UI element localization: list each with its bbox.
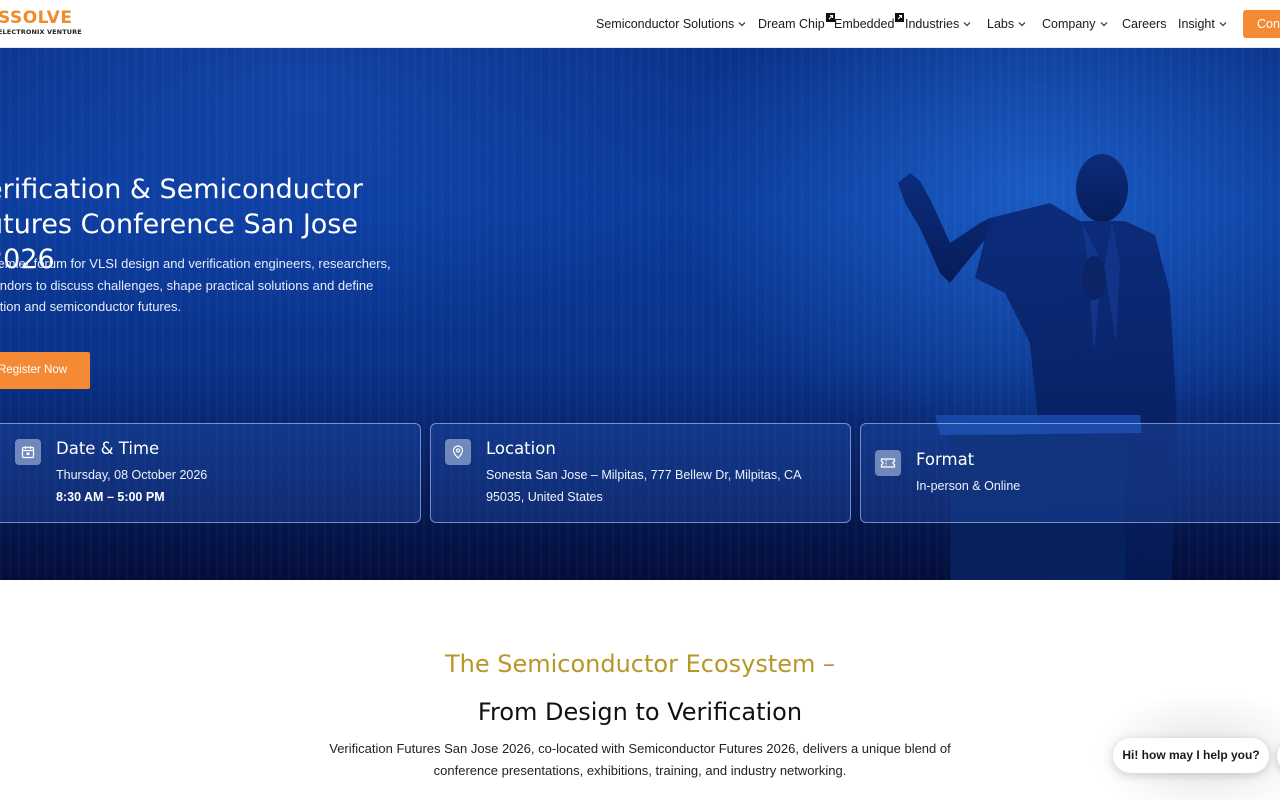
nav-label: Dream Chip: [758, 17, 825, 31]
brand-logo[interactable]: SSOLVE ELECTRONIX VENTURE: [0, 9, 88, 39]
card-title: Location: [486, 439, 556, 458]
format-card: Format In-person & Online: [860, 423, 1280, 523]
date-time-card: Date & Time Thursday, 08 October 2026 8:…: [0, 423, 421, 523]
nav-item-semiconductor-solutions[interactable]: Semiconductor Solutions: [596, 16, 747, 32]
section-title: From Design to Verification: [477, 698, 803, 726]
external-link-icon: [895, 13, 905, 22]
card-title: Format: [916, 450, 975, 469]
section-description-line: Verification Futures San Jose 2026, co-l…: [329, 741, 951, 756]
event-address-line: 95035, United States: [486, 490, 603, 504]
hero-description-line: premier forum for VLSI design and verifi…: [0, 256, 391, 271]
nav-label: Labs: [987, 17, 1015, 31]
hero-title-line: erification & Semiconductor: [0, 174, 363, 205]
chevron-down-icon: [1219, 21, 1227, 27]
nav-label: Embedded: [834, 17, 895, 31]
top-navbar: SSOLVE ELECTRONIX VENTURE Semiconductor …: [0, 0, 1280, 48]
section-description-line: conference presentations, exhibitions, t…: [433, 763, 847, 778]
hero-description-line: cation and semiconductor futures.: [0, 299, 182, 314]
contact-button[interactable]: Con: [1243, 10, 1280, 38]
chevron-down-icon: [738, 21, 746, 27]
ticket-icon: [875, 450, 901, 476]
map-pin-icon: [445, 439, 471, 465]
nav-label: Company: [1042, 17, 1096, 31]
chevron-down-icon: [963, 21, 971, 27]
chevron-down-icon: [1018, 21, 1026, 27]
location-card: Location Sonesta San Jose – Milpitas, 77…: [430, 423, 851, 523]
nav-item-industries[interactable]: Industries: [905, 16, 972, 32]
event-format: In-person & Online: [916, 479, 1021, 493]
event-address-line: Sonesta San Jose – Milpitas, 777 Bellew …: [486, 468, 802, 482]
nav-label: Insight: [1178, 17, 1215, 31]
nav-label: Careers: [1122, 17, 1167, 31]
hero-banner: erification & Semiconductor utures Confe…: [0, 48, 1280, 580]
nav-item-embedded[interactable]: Embedded: [834, 13, 905, 32]
hero-description: premier forum for VLSI design and verifi…: [0, 253, 416, 318]
nav-item-labs[interactable]: Labs: [987, 16, 1027, 32]
nav-item-careers[interactable]: Careers: [1122, 16, 1166, 32]
card-title: Date & Time: [56, 439, 160, 458]
chat-greeting-bubble[interactable]: Hi! how may I help you?: [1113, 738, 1269, 773]
logo-tagline: ELECTRONIX VENTURE: [0, 28, 82, 36]
register-now-button[interactable]: Register Now: [0, 352, 90, 389]
hero-description-line: vendors to discuss challenges, shape pra…: [0, 277, 374, 293]
calendar-icon: [15, 439, 41, 465]
chevron-down-icon: [1100, 21, 1107, 27]
nav-label: Industries: [905, 17, 960, 31]
nav-label: Semiconductor Solutions: [596, 17, 735, 31]
nav-item-insight[interactable]: Insight: [1178, 16, 1228, 32]
logo-wordmark: SSOLVE: [0, 8, 73, 28]
nav-item-company[interactable]: Company: [1042, 16, 1109, 32]
section-description: Verification Futures San Jose 2026, co-l…: [310, 738, 970, 782]
event-time: 8:30 AM – 5:00 PM: [56, 490, 165, 504]
nav-item-dream-chip[interactable]: Dream Chip: [758, 13, 835, 32]
event-date: Thursday, 08 October 2026: [56, 468, 208, 482]
section-kicker: The Semiconductor Ecosystem –: [444, 650, 836, 678]
